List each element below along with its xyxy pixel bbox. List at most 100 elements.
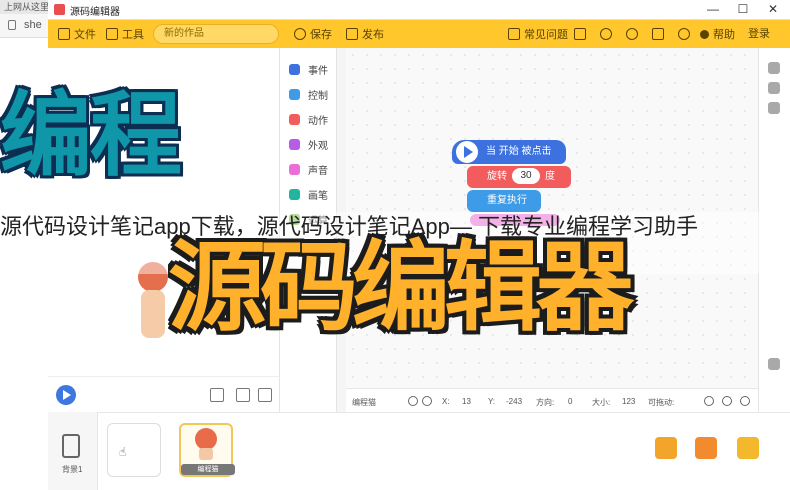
file-menu-label: 文件 [74, 29, 96, 41]
microphone-icon[interactable] [768, 82, 780, 94]
category-label: 画笔 [308, 190, 328, 202]
equalizer-icon[interactable] [768, 102, 780, 114]
looks-icon [289, 138, 300, 150]
size-value-field[interactable]: 123 [622, 397, 635, 406]
lock-toggle-icon[interactable] [422, 396, 432, 406]
close-window-button[interactable]: ✕ [758, 0, 788, 20]
browser-address-bar[interactable]: she [0, 14, 48, 38]
category-label: 事件 [308, 65, 328, 77]
background-icon [62, 434, 80, 458]
category-events[interactable]: 事件 [289, 60, 328, 78]
sprite-status-bar: 编程猫 X: 13 Y: -243 方向: 0 大小: 123 可拖动: [346, 388, 758, 412]
wrench-icon [106, 28, 118, 40]
sprite-name: 编程猫 [352, 398, 376, 407]
draggable-label: 可拖动: [648, 398, 675, 407]
cloud-save-icon [294, 28, 306, 40]
sprite-thumbnail-body [199, 448, 213, 460]
robot-button[interactable] [652, 20, 664, 48]
direction-label: 方向: [536, 398, 555, 407]
lock-icon [8, 20, 16, 30]
turn-block-unit: 度 [545, 171, 555, 182]
publish-button[interactable]: 发布 [346, 20, 384, 48]
x-label: X: [442, 397, 450, 406]
stage-sprite-body[interactable] [141, 290, 165, 338]
category-motion[interactable]: 动作 [289, 110, 328, 128]
visibility-eye-icon[interactable] [408, 396, 418, 406]
turn-block[interactable]: 旋转 30 度 [467, 166, 571, 188]
repeat-forever-block[interactable]: 重复执行 [467, 190, 541, 212]
assets-button[interactable] [626, 20, 638, 48]
category-control[interactable]: 控制 [289, 85, 328, 103]
project-name-input[interactable]: 新的作品 [153, 24, 279, 44]
help-icon [700, 29, 709, 39]
paw-icon [626, 28, 638, 40]
grid-icon[interactable] [258, 388, 272, 402]
category-label: 外观 [308, 140, 328, 152]
hat-block-label: 当 开始 被点击 [486, 146, 552, 157]
folder-icon [58, 28, 70, 40]
undo-icon[interactable] [768, 358, 780, 370]
repeat-block-label: 重复执行 [487, 195, 527, 206]
category-looks[interactable]: 外观 [289, 135, 328, 153]
category-label: 控制 [308, 90, 328, 102]
background-selector[interactable]: 背景1 [48, 412, 98, 490]
events-icon [289, 63, 300, 75]
category-label: 动作 [308, 115, 328, 127]
device-button[interactable] [574, 20, 586, 48]
main-toolbar: 文件 工具 新的作品 保存 发布 常见问题 帮助 登录 [48, 20, 790, 48]
music-note-icon[interactable] [655, 437, 677, 459]
maximize-button[interactable]: ☐ [728, 0, 758, 20]
settings-button[interactable] [678, 20, 690, 48]
app-logo-icon [54, 4, 65, 15]
x-value-field[interactable]: 13 [462, 397, 471, 406]
publish-label: 发布 [362, 29, 384, 41]
direction-value-field[interactable]: 0 [568, 397, 572, 406]
sprite-thumbnail-head [195, 428, 217, 450]
window-title: 源码编辑器 [70, 7, 120, 18]
empty-sprite-slot[interactable] [107, 423, 161, 477]
promo-big-word: 编程 [0, 85, 182, 187]
save-label: 保存 [310, 29, 332, 41]
pencil-icon[interactable] [695, 437, 717, 459]
stage-mode-icon[interactable] [210, 388, 224, 402]
y-label: Y: [488, 397, 496, 406]
robot-icon [652, 28, 664, 40]
run-button[interactable] [56, 385, 76, 405]
play-icon [456, 141, 478, 163]
y-value-field[interactable]: -243 [506, 397, 522, 406]
category-sound[interactable]: 声音 [289, 160, 328, 178]
gear-icon [678, 28, 690, 40]
category-label: 声音 [308, 165, 328, 177]
help-label: 帮助 [713, 29, 735, 41]
tools-menu-button[interactable]: 工具 [106, 20, 144, 48]
tools-menu-label: 工具 [122, 29, 144, 41]
phone-icon [574, 28, 586, 40]
file-menu-button[interactable]: 文件 [58, 20, 96, 48]
window-title-bar: 源码编辑器 — ☐ ✕ [48, 0, 790, 20]
category-pen[interactable]: 画笔 [289, 185, 328, 203]
folder-add-icon[interactable] [737, 437, 759, 459]
turn-degrees-input[interactable]: 30 [512, 168, 540, 185]
background-label: 背景1 [62, 465, 83, 474]
login-button[interactable]: 登录 [748, 24, 770, 44]
browser-address-text: she [24, 19, 42, 31]
zoom-out-icon[interactable] [704, 396, 714, 406]
promo-big-title: 源码编辑器 [168, 232, 634, 342]
zoom-in-icon[interactable] [722, 396, 732, 406]
when-start-clicked-block[interactable]: 当 开始 被点击 [452, 140, 566, 164]
save-button[interactable]: 保存 [294, 20, 332, 48]
menu-icon[interactable] [740, 396, 750, 406]
fullscreen-icon[interactable] [236, 388, 250, 402]
mascot-button[interactable] [600, 20, 612, 48]
help-button[interactable]: 帮助 [700, 20, 735, 48]
hand-cursor-icon: ☝ [119, 445, 127, 459]
control-icon [289, 88, 300, 100]
sound-icon [289, 163, 300, 175]
publish-icon [346, 28, 358, 40]
costume-icon[interactable] [768, 62, 780, 74]
minimize-button[interactable]: — [698, 0, 728, 20]
sprite-card-label: 编程猫 [181, 464, 235, 475]
cat-face-icon [600, 28, 612, 40]
faq-button[interactable]: 常见问题 [508, 20, 568, 48]
pen-icon [289, 188, 300, 200]
